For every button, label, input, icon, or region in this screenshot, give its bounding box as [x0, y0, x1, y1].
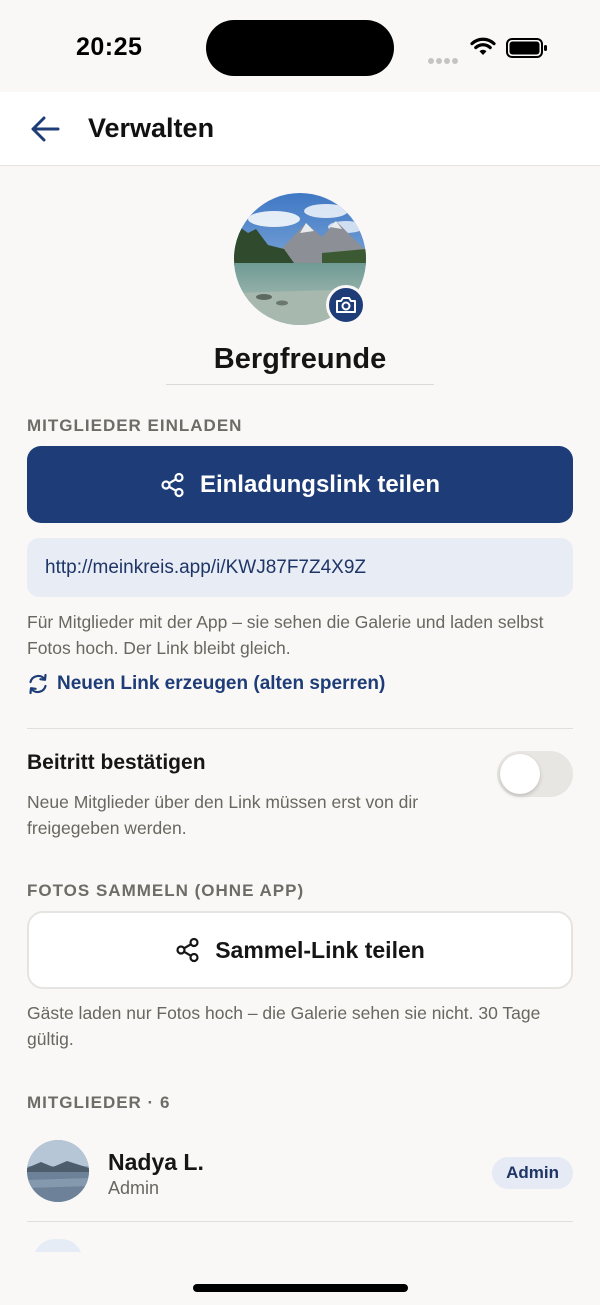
- invite-section-label: MITGLIEDER EINLADEN: [27, 416, 243, 435]
- members-section-label: MITGLIEDER · 6: [27, 1093, 171, 1112]
- share-icon: [176, 937, 199, 963]
- battery-icon: [506, 38, 547, 58]
- dynamic-island: [206, 20, 394, 76]
- group-name-underline: [166, 384, 434, 385]
- status-bar: 20:25: [0, 0, 600, 92]
- regenerate-link-button[interactable]: Neuen Link erzeugen (alten sperren): [27, 673, 385, 695]
- share-invite-link-label: Einladungslink teilen: [199, 470, 441, 498]
- member-role: Admin: [108, 1178, 160, 1198]
- approval-description: Neue Mitglieder über den Link müssen ers…: [27, 792, 419, 838]
- wifi-icon: [470, 37, 496, 55]
- collect-section-label: FOTOS SAMMELN (OHNE APP): [27, 881, 305, 900]
- bottom-safe-area: [0, 1252, 600, 1305]
- regenerate-link-label: Neuen Link erzeugen (alten sperren): [57, 673, 386, 694]
- collect-helper-text: Gäste laden nur Fotos hoch – die Galerie…: [27, 1003, 541, 1049]
- share-invite-link-button[interactable]: Einladungslink teilen: [27, 446, 573, 523]
- share-collect-link-button[interactable]: Sammel-Link teilen: [27, 911, 573, 989]
- toggle-knob: [500, 754, 540, 794]
- share-collect-link-label: Sammel-Link teilen: [215, 936, 425, 963]
- approval-setting-title: Beitritt bestätigen: [27, 751, 206, 774]
- member-row[interactable]: Nadya L. Admin Admin: [27, 1140, 573, 1204]
- member-avatar: [27, 1140, 89, 1202]
- nav-bar: Verwalten: [0, 92, 600, 166]
- role-badge: Admin: [492, 1157, 573, 1189]
- share-icon: [161, 472, 184, 497]
- back-arrow-icon[interactable]: [28, 114, 62, 144]
- page-title: Verwalten: [88, 113, 215, 143]
- camera-icon: [336, 297, 356, 313]
- invite-helper-text: Für Mitglieder mit der App – sie sehen d…: [27, 612, 544, 658]
- group-avatar-container: [234, 193, 366, 325]
- status-time: 20:25: [76, 33, 143, 61]
- approval-toggle[interactable]: [497, 751, 573, 797]
- refresh-icon: [29, 673, 47, 695]
- divider: [27, 728, 573, 729]
- change-photo-button[interactable]: [326, 285, 366, 325]
- cellular-signal-icon: [428, 51, 460, 69]
- invite-link-field[interactable]: http://meinkreis.app/i/KWJ87F7Z4X9Z: [27, 538, 573, 597]
- member-name: Nadya L.: [108, 1149, 204, 1175]
- status-icons: [428, 36, 558, 64]
- home-indicator[interactable]: [193, 1284, 408, 1292]
- divider: [27, 1221, 573, 1222]
- group-name-field[interactable]: Bergfreunde: [0, 343, 600, 376]
